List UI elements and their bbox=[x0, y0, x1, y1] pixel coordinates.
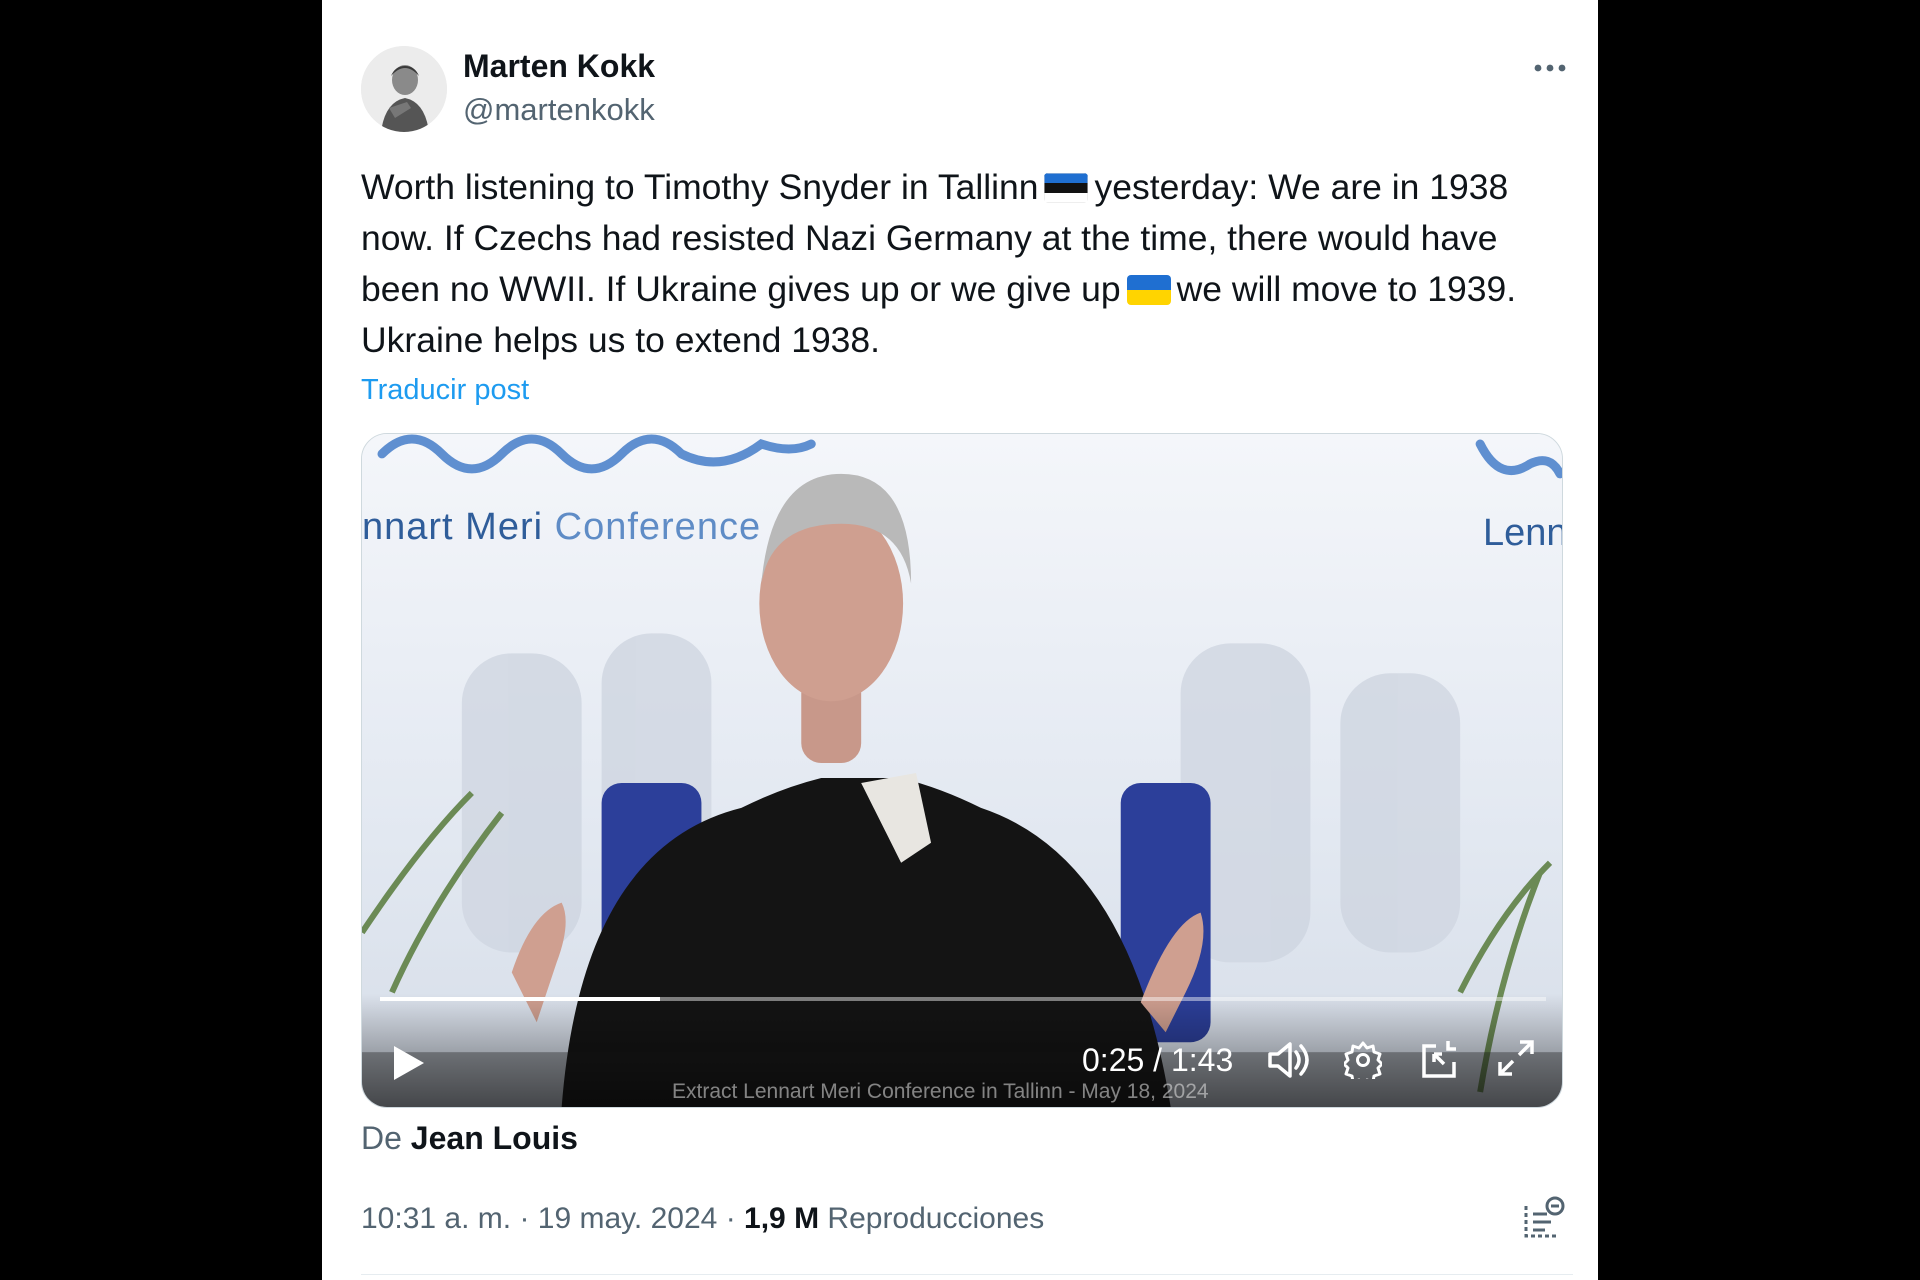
tweet-time[interactable]: 10:31 a. m. bbox=[361, 1202, 511, 1235]
gear-icon bbox=[1344, 1041, 1382, 1079]
video-progress-fill bbox=[380, 997, 660, 1001]
estonia-flag-icon bbox=[1044, 173, 1089, 203]
more-dots-icon bbox=[1534, 64, 1566, 72]
video-caption: Extract Lennart Meri Conference in Talli… bbox=[672, 1080, 1209, 1103]
analytics-button[interactable] bbox=[1522, 1196, 1566, 1242]
banner-text: nnart Meri bbox=[362, 506, 544, 548]
separator: · bbox=[725, 1202, 736, 1235]
attribution-prefix: De bbox=[361, 1120, 402, 1156]
more-options-button[interactable] bbox=[1526, 50, 1574, 86]
avatar[interactable] bbox=[361, 46, 447, 132]
views-label: Reproducciones bbox=[827, 1202, 1045, 1235]
video-attribution: De Jean Louis bbox=[361, 1120, 578, 1157]
tweet-card: Marten Kokk @martenkokk Worth listening … bbox=[322, 0, 1598, 1280]
tweet-date[interactable]: 19 may. 2024 bbox=[538, 1202, 718, 1235]
separator: · bbox=[519, 1202, 530, 1235]
tweet-meta: 10:31 a. m. · 19 may. 2024 · 1,9 M Repro… bbox=[361, 1202, 1044, 1236]
attribution-author-link[interactable]: Jean Louis bbox=[411, 1120, 578, 1156]
tweet-text-part: Worth listening to Timothy Snyder in Tal… bbox=[361, 167, 1039, 207]
play-icon bbox=[394, 1046, 424, 1080]
conference-banner-right: Lenn bbox=[1483, 512, 1563, 554]
video-time: 0:25 / 1:43 bbox=[1082, 1042, 1234, 1078]
settings-button[interactable] bbox=[1344, 1041, 1382, 1079]
video-player[interactable]: nnart Meri Conference Lenn 0:25 / 1:43 E… bbox=[361, 433, 1563, 1108]
fullscreen-icon bbox=[1498, 1040, 1534, 1076]
volume-icon bbox=[1268, 1042, 1309, 1078]
author-handle[interactable]: @martenkokk bbox=[463, 92, 655, 128]
conference-banner-left: nnart Meri Conference bbox=[362, 506, 761, 549]
analytics-icon bbox=[1524, 1196, 1565, 1238]
divider bbox=[361, 1274, 1573, 1275]
play-button[interactable] bbox=[390, 1044, 426, 1082]
translate-post-link[interactable]: Traducir post bbox=[361, 374, 529, 407]
fullscreen-button[interactable] bbox=[1496, 1038, 1536, 1078]
picture-in-picture-button[interactable] bbox=[1420, 1038, 1460, 1080]
tweet-text: Worth listening to Timothy Snyder in Tal… bbox=[361, 162, 1571, 366]
volume-button[interactable] bbox=[1267, 1040, 1311, 1080]
views-count: 1,9 M bbox=[744, 1202, 820, 1235]
banner-text: Conference bbox=[554, 506, 762, 548]
picture-in-picture-icon bbox=[1422, 1041, 1456, 1078]
ukraine-flag-icon bbox=[1126, 275, 1171, 305]
video-progress-bar[interactable] bbox=[380, 997, 1546, 1001]
author-display-name[interactable]: Marten Kokk bbox=[463, 48, 655, 85]
